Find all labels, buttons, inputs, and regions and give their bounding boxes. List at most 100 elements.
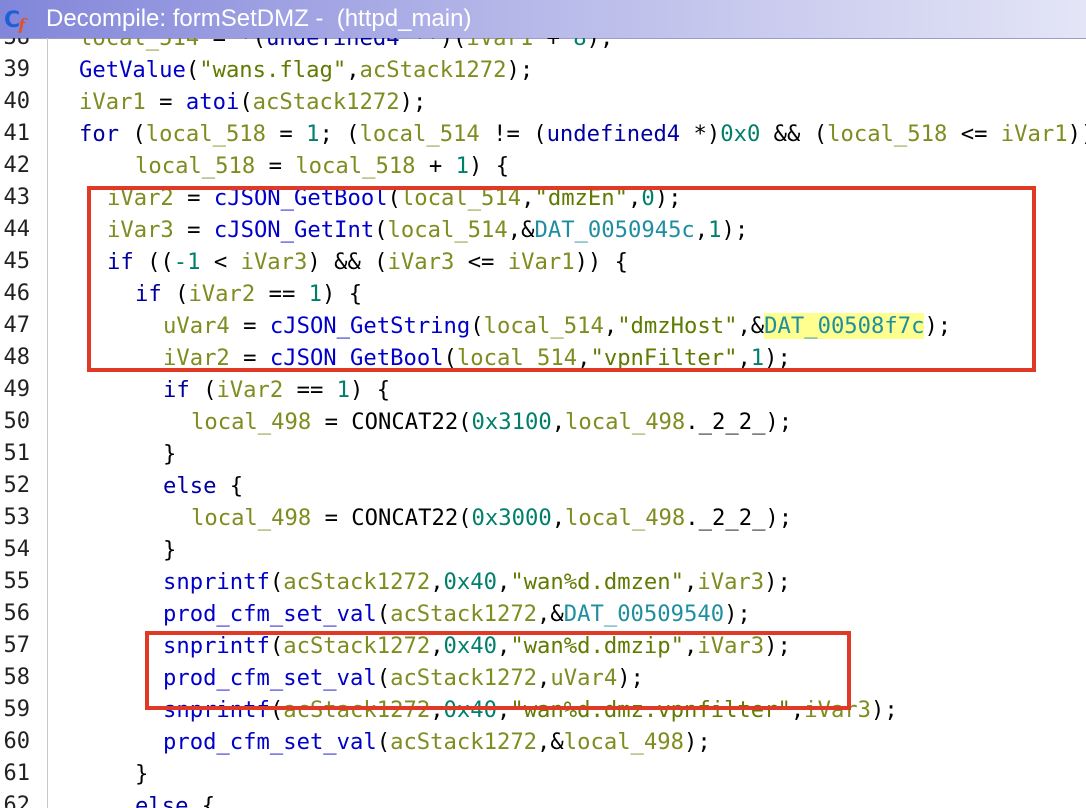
- code-token[interactable]: local_498: [565, 505, 685, 531]
- code-token[interactable]: ,&: [537, 729, 564, 755]
- code-token[interactable]: 0x0: [720, 121, 760, 147]
- code-token[interactable]: acStack1272: [253, 89, 400, 115]
- code-token[interactable]: "wan%d.dmzen": [510, 569, 684, 595]
- code-token[interactable]: 0x40: [444, 569, 497, 595]
- code-token[interactable]: (: [270, 569, 283, 595]
- code-token[interactable]: ,: [684, 569, 697, 595]
- code-token[interactable]: prod_cfm_set_val: [163, 729, 377, 755]
- code-token[interactable]: ; (: [319, 121, 359, 147]
- code-token[interactable]: );: [871, 697, 898, 723]
- code-token[interactable]: (: [119, 121, 145, 147]
- code-token[interactable]: iVar1: [1001, 121, 1068, 147]
- code-token[interactable]: ._2_2_);: [685, 505, 792, 531]
- code-token[interactable]: **)(: [400, 38, 466, 51]
- code-token[interactable]: (: [190, 377, 216, 403]
- code-text[interactable]: }: [163, 438, 176, 470]
- code-token[interactable]: );: [764, 569, 791, 595]
- code-token[interactable]: local_498: [564, 729, 684, 755]
- code-token[interactable]: );: [684, 729, 711, 755]
- code-token[interactable]: (: [239, 89, 252, 115]
- code-token[interactable]: 0x3100: [472, 409, 552, 435]
- code-token[interactable]: acStack1272: [390, 729, 537, 755]
- code-token[interactable]: <=: [947, 121, 1000, 147]
- code-token[interactable]: {: [188, 793, 215, 808]
- code-token[interactable]: ,: [430, 569, 443, 595]
- code-token[interactable]: undefined4: [547, 121, 681, 147]
- code-token[interactable]: +: [533, 38, 573, 51]
- code-token[interactable]: local_498: [565, 409, 685, 435]
- code-token[interactable]: = *(: [199, 38, 266, 51]
- code-token[interactable]: iVar1: [466, 38, 533, 51]
- code-token[interactable]: +: [416, 153, 456, 179]
- code-token[interactable]: iVar1: [79, 89, 146, 115]
- code-text[interactable]: local_498 = CONCAT22(0x3100,local_498._2…: [191, 406, 792, 438]
- code-token[interactable]: iVar3: [697, 569, 764, 595]
- code-token[interactable]: *): [680, 121, 721, 147]
- code-token[interactable]: else: [135, 793, 188, 808]
- code-token[interactable]: local_514: [360, 121, 480, 147]
- code-text[interactable]: }: [135, 758, 148, 790]
- code-token[interactable]: for: [79, 121, 119, 147]
- code-token[interactable]: acStack1272: [283, 569, 430, 595]
- code-token[interactable]: != (: [480, 121, 546, 147]
- code-token[interactable]: local_498: [191, 505, 311, 531]
- code-text[interactable]: local_498 = CONCAT22(0x3000,local_498._2…: [191, 502, 792, 534]
- code-token[interactable]: (: [377, 601, 390, 627]
- code-token[interactable]: "wans.flag": [199, 57, 346, 83]
- code-token[interactable]: ,: [497, 569, 510, 595]
- code-text[interactable]: prod_cfm_set_val(acStack1272,&local_498)…: [163, 726, 711, 758]
- code-token[interactable]: acStack1272: [360, 57, 507, 83]
- code-token[interactable]: prod_cfm_set_val: [163, 601, 377, 627]
- code-text[interactable]: else {: [163, 470, 243, 502]
- code-token[interactable]: else: [163, 473, 216, 499]
- code-token[interactable]: ,: [552, 409, 565, 435]
- code-token[interactable]: (: [377, 729, 390, 755]
- code-token[interactable]: local_518: [135, 153, 255, 179]
- code-token[interactable]: 1: [306, 121, 319, 147]
- window-titlebar[interactable]: C f Decompile: formSetDMZ - (httpd_main): [0, 0, 1086, 39]
- code-token[interactable]: ._2_2_);: [685, 409, 792, 435]
- code-token[interactable]: undefined4: [266, 38, 400, 51]
- code-token[interactable]: local_518: [146, 121, 266, 147]
- code-token[interactable]: );: [507, 57, 534, 83]
- code-token[interactable]: );: [400, 89, 427, 115]
- code-token[interactable]: );: [587, 38, 614, 51]
- code-token[interactable]: local_518: [827, 121, 947, 147]
- code-token[interactable]: GetValue: [79, 57, 186, 83]
- code-token[interactable]: acStack1272: [390, 601, 537, 627]
- code-token[interactable]: if: [163, 377, 190, 403]
- code-token[interactable]: =: [266, 121, 306, 147]
- code-token[interactable]: ,: [346, 57, 359, 83]
- code-token[interactable]: = CONCAT22(: [311, 409, 472, 435]
- code-token[interactable]: =: [146, 89, 186, 115]
- code-token[interactable]: 0x3000: [472, 505, 552, 531]
- code-token[interactable]: {: [216, 473, 243, 499]
- code-token[interactable]: );: [724, 601, 751, 627]
- code-token[interactable]: ) {: [350, 377, 390, 403]
- code-text[interactable]: local_518 = local_518 + 1) {: [135, 150, 509, 182]
- code-token[interactable]: 8: [573, 38, 586, 51]
- code-token[interactable]: ,: [552, 505, 565, 531]
- code-text[interactable]: else {: [135, 790, 215, 808]
- code-token[interactable]: = CONCAT22(: [311, 505, 472, 531]
- code-text[interactable]: for (local_518 = 1; (local_514 != (undef…: [79, 118, 1086, 150]
- code-token[interactable]: ==: [283, 377, 336, 403]
- code-token[interactable]: DAT_00509540: [564, 601, 724, 627]
- code-token[interactable]: }: [135, 761, 148, 787]
- code-token[interactable]: atoi: [186, 89, 239, 115]
- code-text[interactable]: GetValue("wans.flag",acStack1272);: [79, 54, 533, 86]
- code-token[interactable]: local_498: [191, 409, 311, 435]
- code-text[interactable]: }: [163, 534, 176, 566]
- code-token[interactable]: local_518: [295, 153, 415, 179]
- code-token[interactable]: (: [186, 57, 199, 83]
- code-token[interactable]: 1: [337, 377, 350, 403]
- code-token[interactable]: ,&: [537, 601, 564, 627]
- code-token[interactable]: }: [163, 537, 176, 563]
- code-token[interactable]: snprintf: [163, 569, 270, 595]
- code-text[interactable]: if (iVar2 == 1) {: [163, 374, 390, 406]
- decompiler-code-view[interactable]: 38local_514 = *(undefined4 **)(iVar1 + 8…: [0, 38, 1086, 808]
- code-text[interactable]: snprintf(acStack1272,0x40,"wan%d.dmzen",…: [163, 566, 791, 598]
- code-token[interactable]: =: [255, 153, 295, 179]
- code-token[interactable]: 1: [456, 153, 469, 179]
- code-token[interactable]: ) {: [469, 153, 509, 179]
